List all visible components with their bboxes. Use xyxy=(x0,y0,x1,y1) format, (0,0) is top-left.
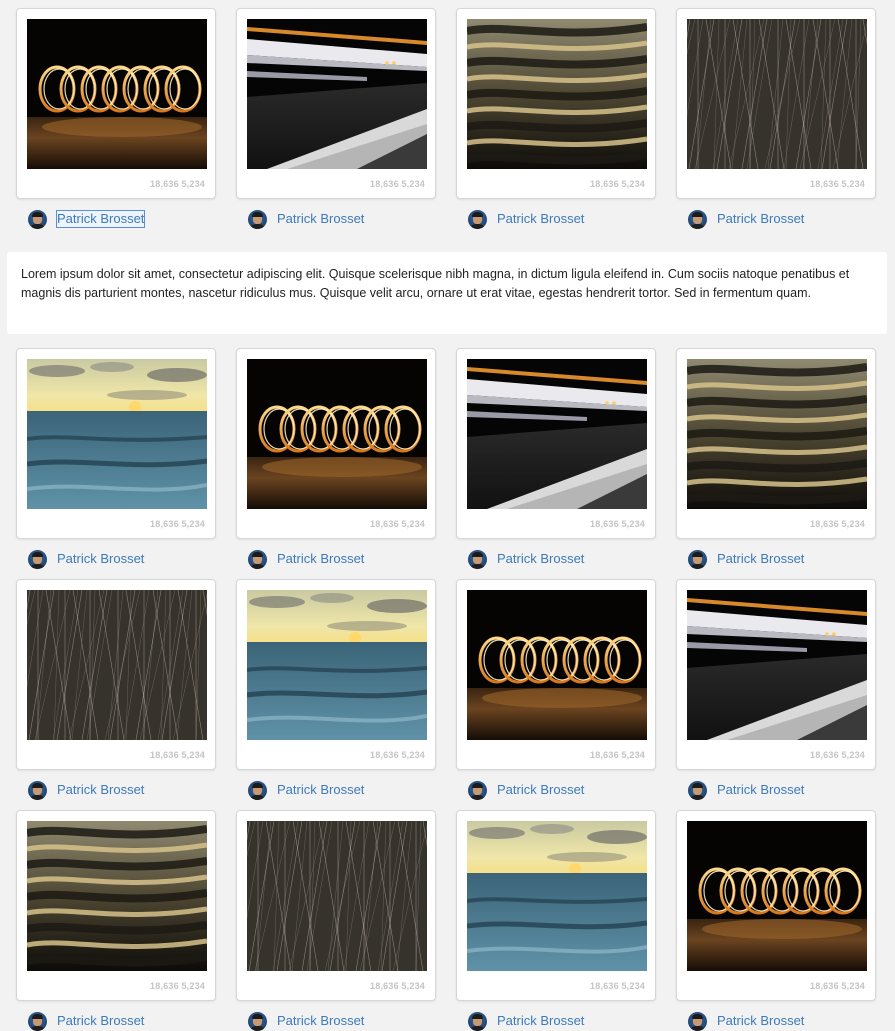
photo-author: Patrick Brosset xyxy=(468,780,584,800)
lorem-note: Lorem ipsum dolor sit amet, consectetur … xyxy=(7,252,887,334)
author-name-link[interactable]: Patrick Brosset xyxy=(717,782,804,798)
author-name-link[interactable]: Patrick Brosset xyxy=(57,782,144,798)
photo-stats: 18,636 5,234 xyxy=(590,750,645,760)
photo-thumbnail-light-trails[interactable] xyxy=(247,19,427,169)
photo-author: Patrick Brosset xyxy=(28,780,144,800)
photo-author: Patrick Brosset xyxy=(248,780,364,800)
photo-stats: 18,636 5,234 xyxy=(810,519,865,529)
photo-author: Patrick Brosset xyxy=(468,1011,584,1031)
photo-author: Patrick Brosset xyxy=(248,549,364,569)
author-name-link[interactable]: Patrick Brosset xyxy=(497,1013,584,1029)
author-avatar[interactable] xyxy=(688,1011,707,1031)
photo-thumbnail-sea-sunset[interactable] xyxy=(467,821,647,971)
author-avatar[interactable] xyxy=(688,549,707,569)
photo-thumbnail-light-trails[interactable] xyxy=(687,590,867,740)
author-avatar[interactable] xyxy=(248,1011,267,1031)
author-avatar[interactable] xyxy=(28,549,47,569)
photo-stats: 18,636 5,234 xyxy=(370,750,425,760)
author-avatar[interactable] xyxy=(468,209,487,229)
photo-card: 18,636 5,234 xyxy=(16,8,216,199)
photo-stats: 18,636 5,234 xyxy=(150,750,205,760)
author-avatar[interactable] xyxy=(28,209,47,229)
author-name-link[interactable]: Patrick Brosset xyxy=(497,551,584,567)
photo-thumbnail-sea-sunset[interactable] xyxy=(27,359,207,509)
author-avatar[interactable] xyxy=(28,780,47,800)
photo-card: 18,636 5,234 xyxy=(456,810,656,1001)
photo-card: 18,636 5,234 xyxy=(236,8,436,199)
photo-card: 18,636 5,234 xyxy=(236,579,436,770)
author-name-link[interactable]: Patrick Brosset xyxy=(57,551,144,567)
photo-author: Patrick Brosset xyxy=(688,780,804,800)
photo-thumbnail-light-scratches[interactable] xyxy=(27,590,207,740)
photo-author: Patrick Brosset xyxy=(28,1011,144,1031)
photo-thumbnail-sea-sunset[interactable] xyxy=(247,590,427,740)
photo-author: Patrick Brosset xyxy=(28,549,144,569)
author-name-link[interactable]: Patrick Brosset xyxy=(497,211,584,227)
photo-card: 18,636 5,234 xyxy=(456,348,656,539)
photo-stats: 18,636 5,234 xyxy=(370,981,425,991)
photo-author: Patrick Brosset xyxy=(28,209,146,229)
author-avatar[interactable] xyxy=(468,1011,487,1031)
photo-author: Patrick Brosset xyxy=(688,1011,804,1031)
author-avatar[interactable] xyxy=(688,780,707,800)
photo-card: 18,636 5,234 xyxy=(676,810,876,1001)
author-name-link[interactable]: Patrick Brosset xyxy=(717,1013,804,1029)
photo-thumbnail-fire-spiral[interactable] xyxy=(467,590,647,740)
photo-card: 18,636 5,234 xyxy=(676,8,876,199)
photo-card: 18,636 5,234 xyxy=(16,348,216,539)
photo-thumbnail-golden-water[interactable] xyxy=(687,359,867,509)
author-avatar[interactable] xyxy=(468,780,487,800)
author-name-link[interactable]: Patrick Brosset xyxy=(57,1013,144,1029)
author-name-link[interactable]: Patrick Brosset xyxy=(55,210,146,228)
photo-stats: 18,636 5,234 xyxy=(150,179,205,189)
photo-thumbnail-fire-spiral[interactable] xyxy=(247,359,427,509)
photo-card: 18,636 5,234 xyxy=(16,810,216,1001)
photo-card: 18,636 5,234 xyxy=(676,348,876,539)
author-avatar[interactable] xyxy=(688,209,707,229)
photo-author: Patrick Brosset xyxy=(468,549,584,569)
photo-stats: 18,636 5,234 xyxy=(810,750,865,760)
photo-stats: 18,636 5,234 xyxy=(810,981,865,991)
photo-author: Patrick Brosset xyxy=(688,209,804,229)
author-avatar[interactable] xyxy=(28,1011,47,1031)
photo-stats: 18,636 5,234 xyxy=(370,519,425,529)
photo-author: Patrick Brosset xyxy=(248,1011,364,1031)
photo-card: 18,636 5,234 xyxy=(676,579,876,770)
photo-thumbnail-golden-water[interactable] xyxy=(467,19,647,169)
author-avatar[interactable] xyxy=(468,549,487,569)
author-name-link[interactable]: Patrick Brosset xyxy=(717,551,804,567)
photo-card: 18,636 5,234 xyxy=(16,579,216,770)
photo-author: Patrick Brosset xyxy=(468,209,584,229)
author-name-link[interactable]: Patrick Brosset xyxy=(717,211,804,227)
author-name-link[interactable]: Patrick Brosset xyxy=(277,782,364,798)
photo-card: 18,636 5,234 xyxy=(236,348,436,539)
photo-author: Patrick Brosset xyxy=(688,549,804,569)
author-name-link[interactable]: Patrick Brosset xyxy=(497,782,584,798)
photo-card: 18,636 5,234 xyxy=(456,8,656,199)
photo-thumbnail-light-scratches[interactable] xyxy=(687,19,867,169)
photo-thumbnail-light-trails[interactable] xyxy=(467,359,647,509)
photo-stats: 18,636 5,234 xyxy=(150,981,205,991)
author-avatar[interactable] xyxy=(248,209,267,229)
photo-card: 18,636 5,234 xyxy=(456,579,656,770)
photo-thumbnail-light-scratches[interactable] xyxy=(247,821,427,971)
photo-stats: 18,636 5,234 xyxy=(590,179,645,189)
photo-stats: 18,636 5,234 xyxy=(150,519,205,529)
author-name-link[interactable]: Patrick Brosset xyxy=(277,211,364,227)
photo-stats: 18,636 5,234 xyxy=(590,981,645,991)
photo-author: Patrick Brosset xyxy=(248,209,364,229)
author-avatar[interactable] xyxy=(248,780,267,800)
photo-card: 18,636 5,234 xyxy=(236,810,436,1001)
photo-stats: 18,636 5,234 xyxy=(810,179,865,189)
photo-stats: 18,636 5,234 xyxy=(590,519,645,529)
author-name-link[interactable]: Patrick Brosset xyxy=(277,551,364,567)
photo-stats: 18,636 5,234 xyxy=(370,179,425,189)
photo-thumbnail-fire-spiral[interactable] xyxy=(687,821,867,971)
author-name-link[interactable]: Patrick Brosset xyxy=(277,1013,364,1029)
photo-thumbnail-golden-water[interactable] xyxy=(27,821,207,971)
author-avatar[interactable] xyxy=(248,549,267,569)
photo-thumbnail-fire-spiral[interactable] xyxy=(27,19,207,169)
